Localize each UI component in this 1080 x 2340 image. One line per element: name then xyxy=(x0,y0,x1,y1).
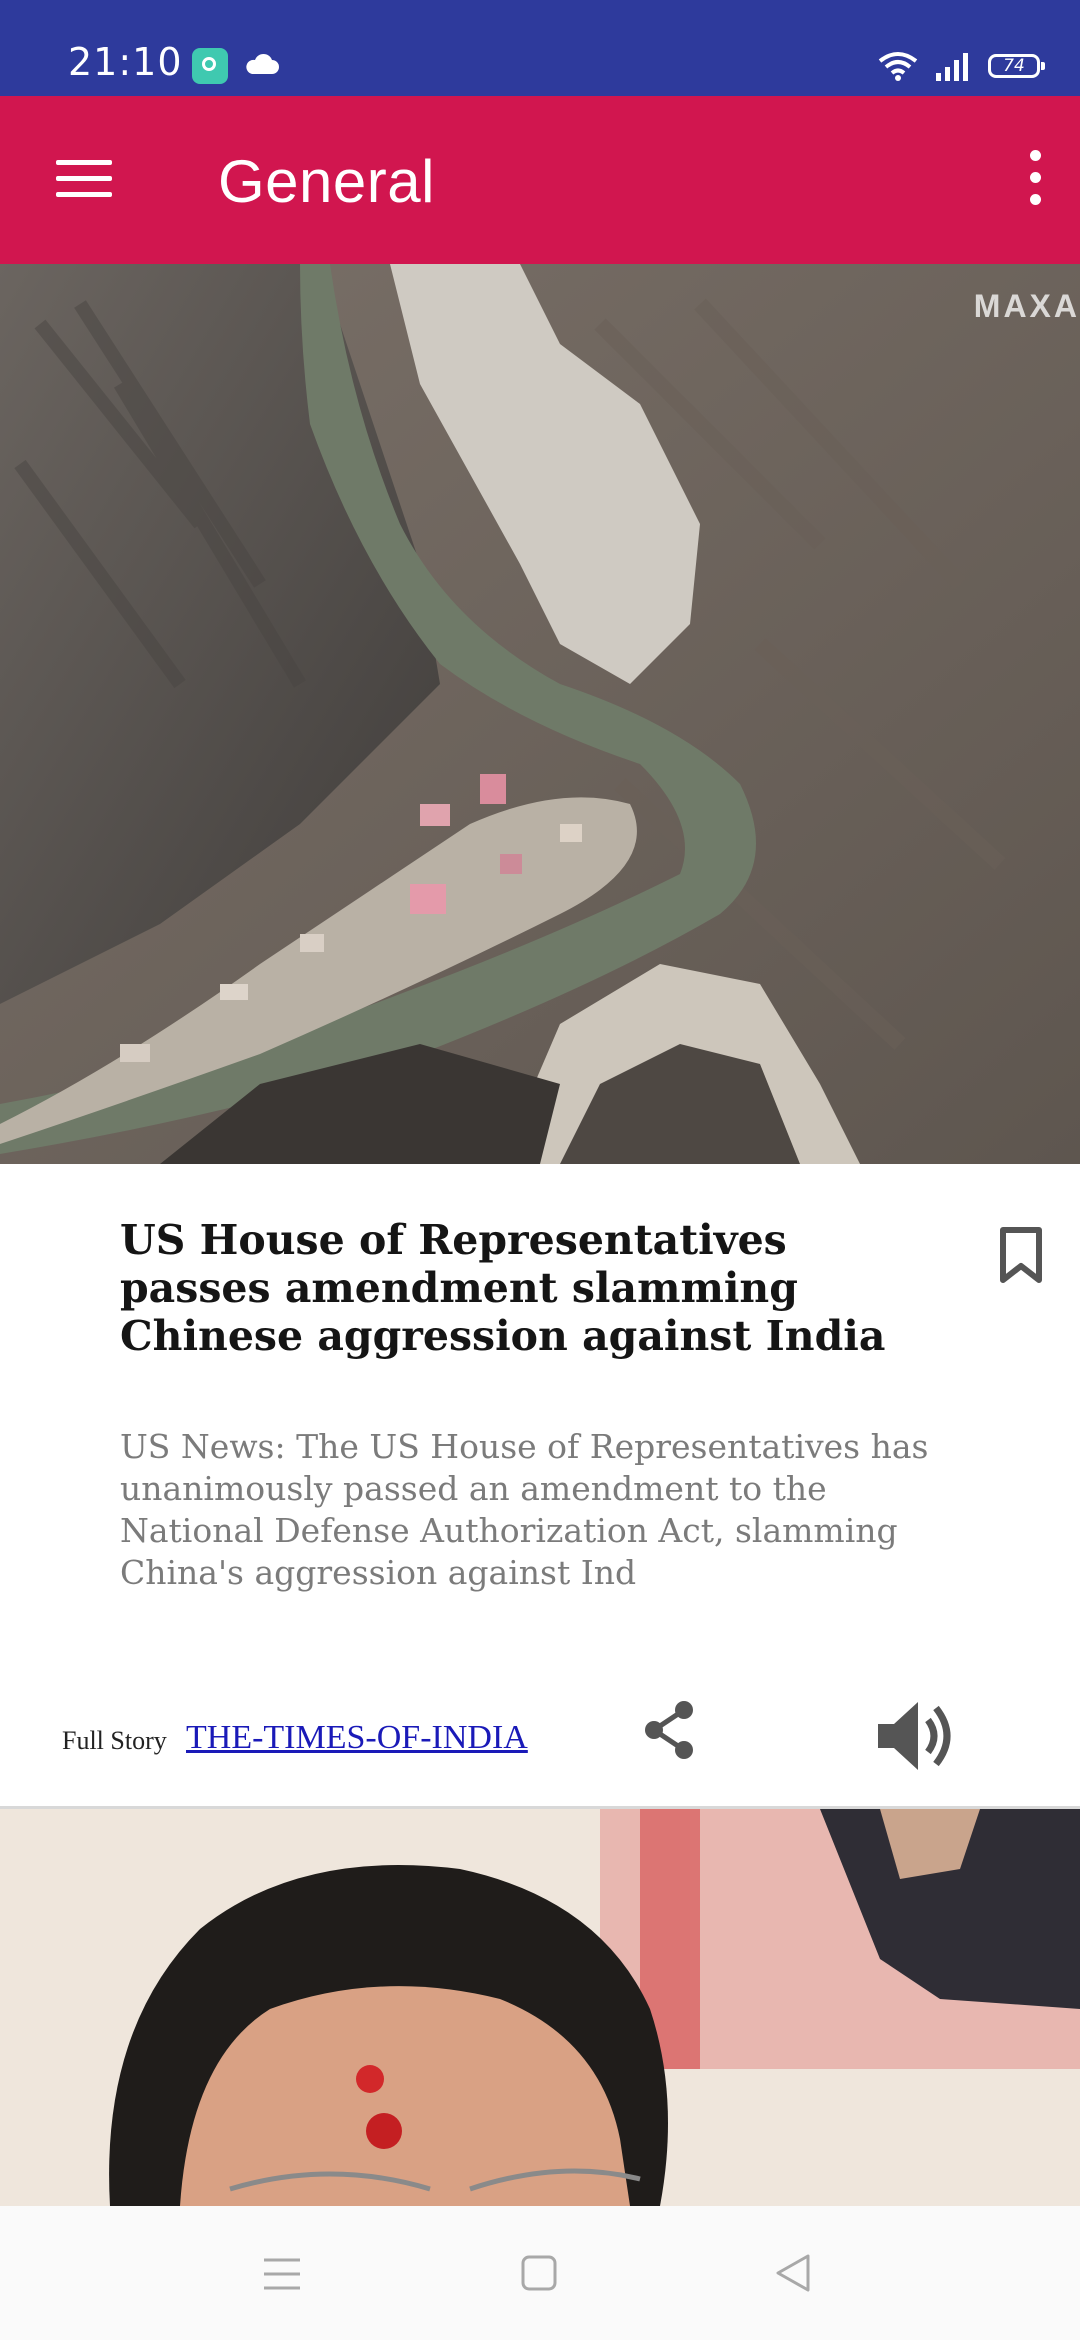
share-icon[interactable] xyxy=(638,1698,702,1762)
wifi-icon xyxy=(878,52,918,81)
navigation-bar xyxy=(0,2206,1080,2340)
status-time: 21:10 xyxy=(68,40,183,84)
article-card: US House of Representatives passes amend… xyxy=(0,1164,1080,1808)
signal-icon xyxy=(936,53,968,81)
app-bar: General xyxy=(0,96,1080,264)
next-article-image[interactable] xyxy=(0,1809,1080,2206)
back-icon[interactable] xyxy=(774,2252,812,2294)
overflow-menu-icon[interactable] xyxy=(1020,148,1050,208)
satellite-image xyxy=(0,264,1080,1164)
image-watermark: MAXA xyxy=(973,288,1080,324)
bookmark-icon[interactable] xyxy=(998,1226,1044,1284)
app-notification-icon xyxy=(192,48,228,84)
speaker-icon[interactable] xyxy=(874,1696,960,1776)
full-story-label: Full Story xyxy=(62,1726,167,1755)
recents-icon[interactable] xyxy=(262,2256,302,2292)
status-bar: 21:10 74 xyxy=(0,0,1080,96)
source-link[interactable]: THE-TIMES-OF-INDIA xyxy=(186,1718,528,1758)
status-indicators: 74 xyxy=(878,46,1045,86)
home-icon[interactable] xyxy=(520,2254,558,2292)
portrait-image xyxy=(0,1809,1080,2206)
article-image[interactable]: MAXA xyxy=(0,264,1080,1164)
menu-icon[interactable] xyxy=(56,158,112,198)
cloud-icon xyxy=(246,53,279,74)
article-title[interactable]: US House of Representatives passes amend… xyxy=(120,1216,920,1360)
article-summary: US News: The US House of Representatives… xyxy=(120,1427,929,1592)
page-title: General xyxy=(218,148,435,215)
battery-icon: 74 xyxy=(988,54,1045,78)
